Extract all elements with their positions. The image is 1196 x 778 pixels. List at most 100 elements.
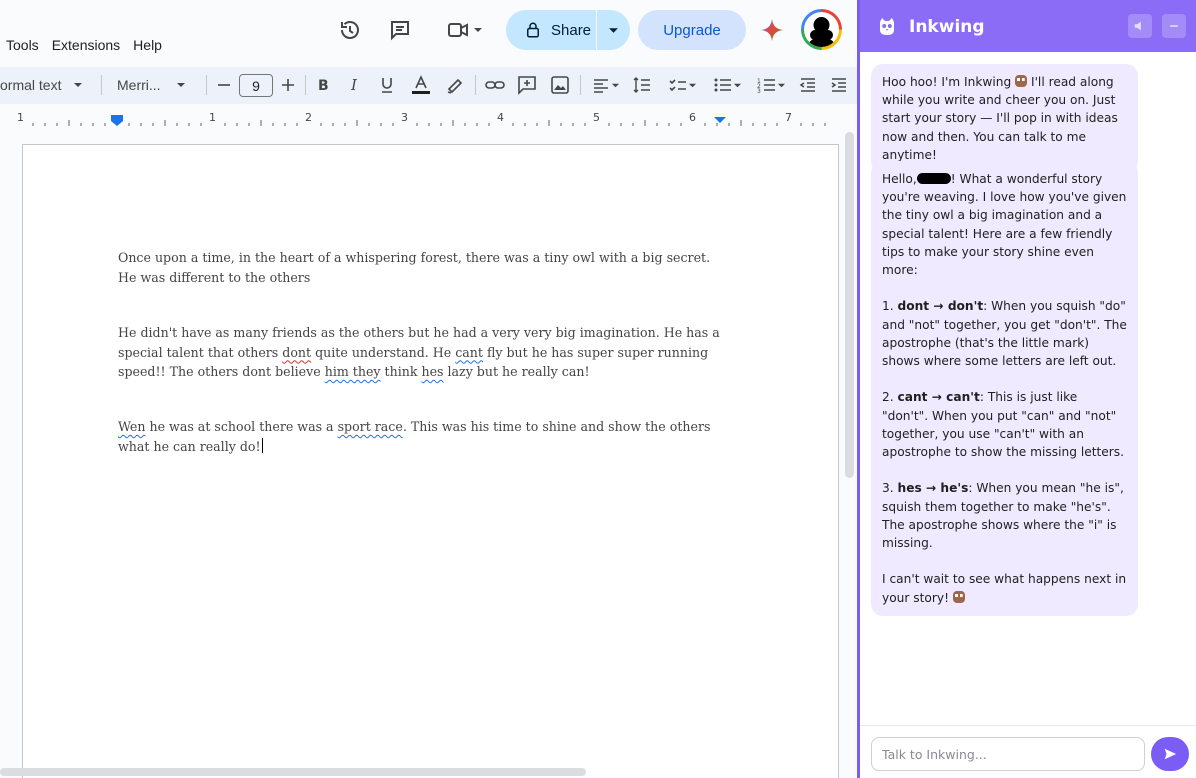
toolbar-divider [101, 75, 102, 95]
text-run: he was at school there was a [145, 419, 338, 434]
grammar-suggestion[interactable]: him they [325, 364, 381, 379]
story-paragraph-1[interactable]: Once upon a time, in the heart of a whis… [118, 248, 728, 287]
italic-button[interactable]: I [345, 73, 365, 97]
insert-image-button[interactable] [549, 73, 571, 97]
ruler-number: 3 [401, 111, 408, 124]
document-page[interactable]: Once upon a time, in the heart of a whis… [22, 144, 839, 778]
minimize-icon [1170, 25, 1178, 27]
chat-message-tips: Hello,! What a wonderful story you're we… [871, 161, 1138, 616]
svg-text:I: I [350, 76, 358, 94]
align-dropdown[interactable] [588, 73, 622, 97]
chat-input[interactable] [871, 737, 1145, 771]
vertical-scrollbar[interactable] [845, 132, 854, 478]
version-history-icon[interactable] [336, 16, 364, 44]
chevron-down-icon [176, 83, 185, 87]
tip-number: 2. [882, 390, 898, 405]
message-text-run: Hoo hoo! I'm Inkwing [882, 75, 1012, 89]
menu-bar: Tools Extensions Help [6, 37, 175, 53]
increase-font-size-button[interactable] [278, 73, 298, 97]
tip-correction: hes → he's [897, 481, 969, 496]
first-line-indent-marker [111, 115, 123, 117]
chat-message-greeting: Hoo hoo! I'm Inkwing I'll read along whi… [871, 64, 1138, 174]
chevron-down-icon [609, 27, 618, 33]
tip-2: 2. cant → can't: This is just like "don'… [882, 388, 1127, 461]
decrease-indent-icon [799, 78, 815, 92]
tip-correction: dont → don't [897, 299, 984, 314]
ruler-number: 4 [497, 111, 504, 124]
grammar-suggestion[interactable]: Wen [118, 419, 145, 434]
message-closing: I can't wait to see what happens next in… [882, 570, 1127, 606]
tip-number: 3. [882, 481, 898, 496]
grammar-suggestion[interactable]: hes [421, 364, 443, 379]
chevron-down-icon [733, 83, 741, 87]
message-text-run: I can't wait to see what happens next in… [882, 572, 1127, 605]
upgrade-button[interactable]: Upgrade [638, 10, 746, 50]
minimize-button[interactable] [1162, 14, 1186, 38]
ruler-ticks [32, 120, 826, 126]
spelling-error[interactable]: dont [282, 345, 311, 360]
ruler[interactable] [0, 110, 845, 130]
inkwing-header: Inkwing [860, 0, 1196, 52]
line-spacing-icon [633, 77, 650, 93]
svg-text:3: 3 [757, 88, 761, 95]
text-run: lazy but he really can! [443, 364, 590, 379]
toolbar-divider [305, 75, 306, 95]
share-options-button[interactable] [597, 10, 630, 50]
minus-icon [218, 84, 230, 86]
numbered-list-icon: 123 [757, 78, 775, 95]
share-main[interactable]: Share [506, 10, 596, 50]
chevron-down-icon [611, 83, 619, 87]
svg-text:B: B [318, 78, 329, 94]
speaker-button[interactable] [1128, 14, 1152, 38]
tip-number: 1. [882, 299, 898, 314]
meet-icon[interactable] [442, 16, 486, 44]
image-icon [551, 76, 569, 94]
tip-3: 3. hes → he's: When you mean "he is", sq… [882, 479, 1127, 552]
bulleted-list-dropdown[interactable] [709, 73, 745, 97]
font-family-dropdown[interactable]: Merri... [117, 73, 195, 97]
bold-icon: B [318, 78, 329, 94]
decrease-font-size-button[interactable] [214, 73, 234, 97]
add-comment-button[interactable] [516, 73, 538, 97]
text-cursor [261, 437, 263, 453]
text-color-button[interactable] [410, 73, 432, 97]
account-avatar[interactable] [801, 9, 842, 50]
horizontal-scrollbar[interactable] [0, 768, 586, 776]
owl-emoji-icon [1015, 75, 1028, 87]
docs-top-bar: Tools Extensions Help Share Upgrade [0, 0, 857, 66]
story-paragraph-2[interactable]: He didn't have as many friends as the ot… [118, 323, 728, 382]
grammar-suggestion[interactable]: cant [455, 345, 483, 360]
gemini-icon[interactable] [760, 18, 784, 42]
insert-link-button[interactable] [484, 73, 506, 97]
share-button[interactable]: Share [506, 10, 630, 50]
highlight-button[interactable] [444, 73, 466, 97]
comments-icon[interactable] [386, 16, 414, 44]
ruler-number: 1 [209, 111, 216, 124]
underline-button[interactable] [377, 73, 397, 97]
line-spacing-button[interactable] [631, 73, 653, 97]
checklist-dropdown[interactable] [664, 73, 700, 97]
ruler-number: 1 [17, 111, 24, 124]
numbered-list-dropdown[interactable]: 123 [753, 73, 789, 97]
menu-tools[interactable]: Tools [6, 37, 39, 53]
plus-icon [282, 79, 294, 91]
grammar-suggestion[interactable]: sport race [338, 419, 403, 434]
decrease-indent-button[interactable] [797, 73, 819, 97]
font-size-input[interactable]: 9 [239, 74, 273, 97]
bold-button[interactable]: B [313, 73, 333, 97]
menu-help[interactable]: Help [133, 37, 162, 53]
send-button[interactable] [1151, 737, 1189, 771]
menu-extensions[interactable]: Extensions [52, 37, 120, 53]
share-label: Share [551, 21, 592, 39]
paragraph-style-dropdown[interactable]: ormal text [0, 73, 90, 97]
text-color-icon [412, 75, 430, 94]
story-paragraph-3[interactable]: Wen he was at school there was a sport r… [118, 417, 728, 456]
link-icon [485, 81, 505, 89]
text-run: quite understand. He [311, 344, 456, 360]
increase-indent-button[interactable] [828, 73, 850, 97]
message-text-run: ! What a wonderful story you're weaving.… [882, 172, 1127, 278]
message-intro: Hello,! What a wonderful story you're we… [882, 170, 1127, 279]
text-run: think [380, 364, 422, 379]
chevron-down-icon [74, 83, 83, 87]
